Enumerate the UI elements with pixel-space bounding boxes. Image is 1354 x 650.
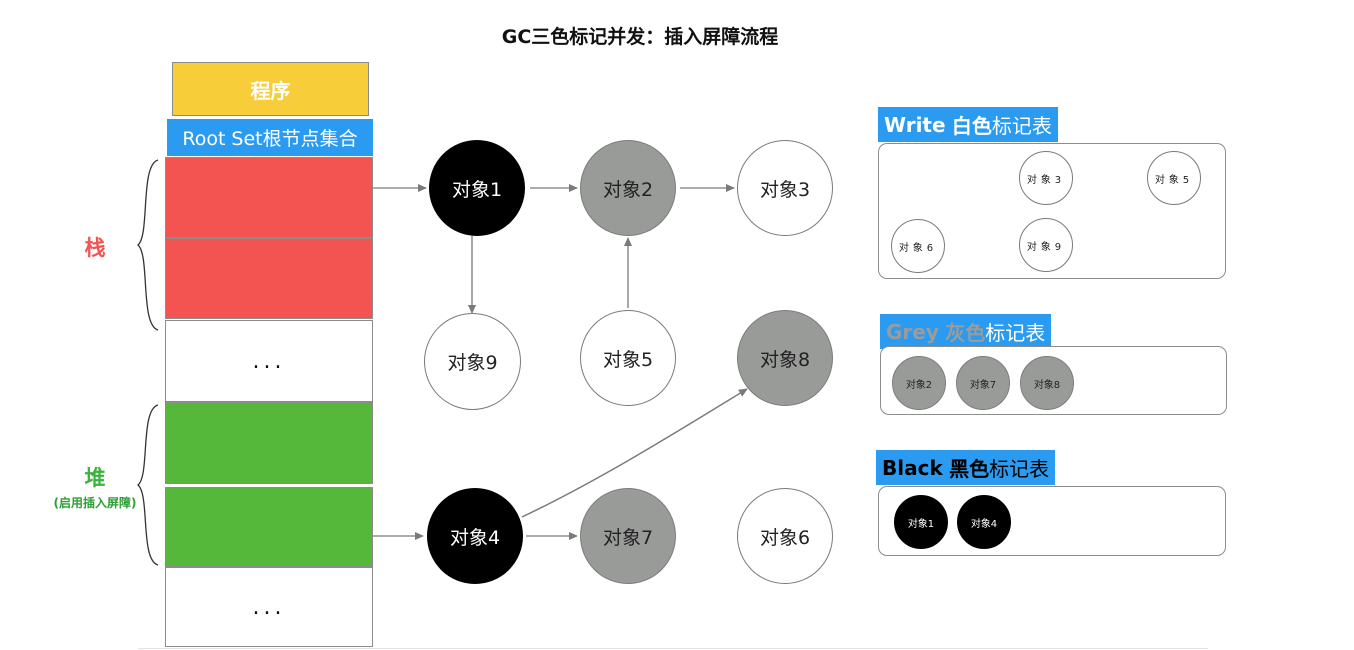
node-obj3: 对象3: [737, 140, 833, 236]
grey-table-item: 对象2: [892, 356, 946, 410]
grey-table-name-color: 灰色: [945, 321, 986, 345]
white-table-item: 对象3: [1019, 151, 1073, 205]
node-obj1: 对象1: [429, 140, 525, 236]
black-table-name-en: Black: [882, 455, 943, 480]
black-table-item: 对象1: [894, 495, 948, 549]
grey-table-suffix: 标记表: [985, 321, 1046, 345]
white-table-name-en: Write: [884, 112, 946, 137]
node-obj8: 对象8: [737, 310, 833, 406]
node-obj7: 对象7: [580, 488, 676, 584]
stack-brace: [136, 159, 159, 331]
node-obj5: 对象5: [580, 310, 676, 406]
grey-table-header: Grey 灰色 标记表: [880, 314, 1052, 349]
node-obj6: 对象6: [737, 488, 833, 584]
black-table-item: 对象4: [957, 495, 1011, 549]
white-table-item: 对象5: [1147, 151, 1201, 205]
grey-table-item: 对象8: [1020, 356, 1074, 410]
grey-table-name-en: Grey: [886, 319, 939, 344]
black-table-name-color: 黑色: [949, 457, 990, 481]
node-obj9: 对象9: [424, 313, 521, 410]
white-table-header: Write 白色 标记表: [878, 107, 1058, 142]
bottom-divider: [138, 648, 1208, 649]
white-table-item: 对象6: [891, 219, 945, 273]
white-table-suffix: 标记表: [991, 114, 1052, 138]
node-obj2: 对象2: [580, 140, 676, 236]
heap-brace: [136, 404, 159, 566]
grey-table-item: 对象7: [956, 356, 1010, 410]
node-obj4: 对象4: [427, 488, 523, 584]
white-table-name-color: 白色: [951, 114, 992, 138]
black-table-suffix: 标记表: [989, 457, 1050, 481]
white-table-item: 对象9: [1019, 218, 1073, 272]
black-table-header: Black 黑色 标记表: [876, 450, 1056, 485]
